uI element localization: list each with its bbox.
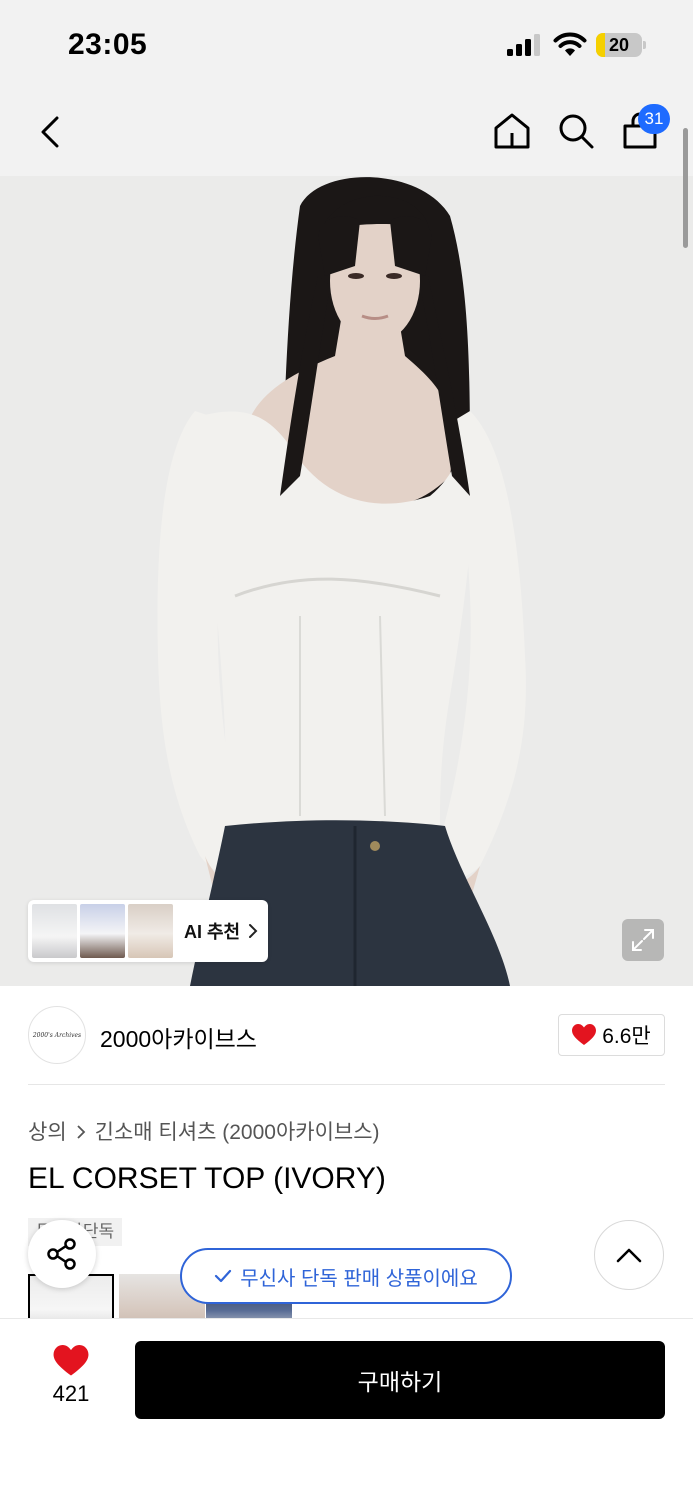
search-button[interactable]	[554, 108, 598, 154]
home-button[interactable]	[490, 108, 534, 154]
top-nav-bar	[0, 90, 693, 176]
scroll-top-button[interactable]	[594, 1220, 664, 1290]
chevron-right-icon	[77, 1125, 85, 1139]
expand-image-button[interactable]	[622, 919, 664, 961]
product-title: EL CORSET TOP (IVORY)	[28, 1162, 386, 1195]
exclusive-toast-text: 무신사 단독 판매 상품이에요	[240, 1267, 478, 1290]
brand-logo[interactable]: 2000's Archives	[28, 1006, 86, 1064]
scrollbar[interactable]	[683, 128, 688, 248]
share-button[interactable]	[28, 1220, 96, 1288]
chevron-up-icon	[616, 1248, 642, 1263]
brand-like-count: 6.6만	[602, 1025, 651, 1048]
wishlist-button[interactable]: 421	[40, 1345, 102, 1415]
bottom-action-bar: 421 구매하기	[0, 1318, 693, 1500]
product-image[interactable]	[0, 176, 693, 986]
battery-indicator: 20	[596, 33, 646, 57]
breadcrumb-category[interactable]: 상의	[28, 1121, 67, 1144]
cart-count-badge: 31	[638, 104, 670, 134]
status-bar: 23:05 20	[0, 0, 693, 90]
buy-button[interactable]: 구매하기	[135, 1341, 665, 1419]
chevron-right-icon	[249, 924, 258, 938]
heart-icon	[53, 1345, 89, 1376]
ai-thumbnail	[128, 904, 173, 958]
chevron-left-icon	[41, 116, 59, 148]
brand-row: 2000's Archives 2000아카이브스 6.6만	[28, 1000, 665, 1070]
check-icon	[215, 1269, 232, 1283]
back-button[interactable]	[30, 110, 70, 154]
ai-recommend-label: AI 추천	[184, 922, 241, 942]
search-icon	[559, 114, 594, 149]
brand-like-button[interactable]: 6.6만	[558, 1014, 665, 1056]
breadcrumb: 상의 긴소매 티셔츠 (2000아카이브스)	[28, 1116, 380, 1146]
share-icon	[47, 1238, 76, 1270]
heart-icon	[572, 1024, 597, 1045]
signal-icon	[507, 34, 540, 56]
ai-thumbnail	[32, 904, 77, 958]
expand-icon	[632, 929, 654, 951]
battery-percent: 20	[608, 35, 630, 55]
wishlist-count: 421	[52, 1381, 90, 1406]
home-icon	[494, 113, 530, 149]
divider	[28, 1084, 665, 1085]
status-time: 23:05	[68, 28, 148, 61]
wifi-icon	[553, 32, 587, 56]
model-photo	[0, 176, 693, 986]
breadcrumb-subcategory[interactable]: 긴소매 티셔츠 (2000아카이브스)	[95, 1121, 380, 1144]
brand-name[interactable]: 2000아카이브스	[100, 1020, 257, 1054]
ai-thumbnail	[80, 904, 125, 958]
ai-recommend-card[interactable]: AI 추천	[28, 900, 268, 962]
exclusive-toast: 무신사 단독 판매 상품이에요	[180, 1248, 512, 1304]
